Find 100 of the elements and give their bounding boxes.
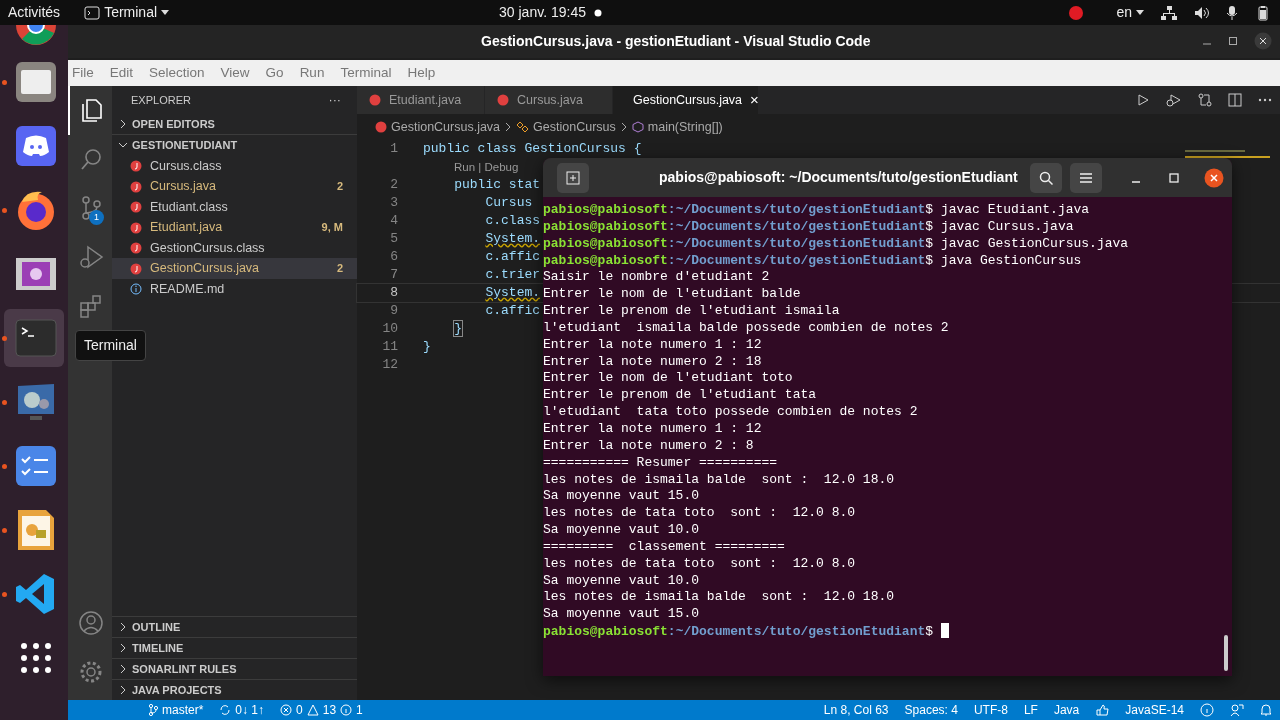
account-icon[interactable] xyxy=(78,609,104,636)
new-tab-button[interactable] xyxy=(557,162,589,193)
close-tab-button[interactable]: × xyxy=(750,88,759,112)
chevron-right-icon xyxy=(118,622,128,633)
info-icon xyxy=(130,283,142,296)
menu-item[interactable]: Go xyxy=(265,62,284,84)
chat-icon xyxy=(14,124,58,168)
menu-icon xyxy=(1079,171,1093,184)
microphone-icon[interactable] xyxy=(1226,4,1238,21)
section-header[interactable]: SONARLINT RULES xyxy=(112,658,357,680)
line-number: 8 xyxy=(389,283,398,302)
scrollbar-thumb[interactable] xyxy=(1224,635,1228,671)
section-header[interactable]: OPEN EDITORS xyxy=(112,113,357,135)
terminal-title: pabios@pabiosoft: ~/Documents/tuto/gestionEtudiant xyxy=(659,168,1018,187)
code-text: } xyxy=(423,338,431,354)
terminal-line: Entrer la note numero 1 : 12 xyxy=(543,420,763,438)
info-icon[interactable] xyxy=(1200,703,1214,717)
caret-icon xyxy=(161,9,170,16)
menu-item[interactable]: Run xyxy=(299,62,325,84)
editor-tab[interactable]: Cursus.java xyxy=(485,85,613,114)
compare-icon[interactable] xyxy=(1198,92,1212,107)
terminal-line: les notes de tata toto sont : 12.0 8.0 xyxy=(543,505,857,523)
feedback-icon[interactable] xyxy=(1230,703,1244,717)
explorer-file[interactable]: README.md xyxy=(112,278,357,300)
code-text: System. xyxy=(485,230,541,246)
menu-item[interactable]: Selection xyxy=(149,62,205,84)
run-debug-icon[interactable] xyxy=(78,244,104,271)
menu-item[interactable]: Help xyxy=(407,62,436,84)
extensions-icon[interactable] xyxy=(78,293,104,320)
folder-icon xyxy=(14,60,58,104)
language-menu[interactable]: en xyxy=(1116,2,1144,23)
branch-icon xyxy=(148,704,158,716)
menu-item[interactable]: Edit xyxy=(109,62,134,84)
problems-indicator[interactable]: 0 13 1 xyxy=(280,701,363,719)
close-icon[interactable] xyxy=(1254,32,1272,51)
status-item[interactable]: UTF-8 xyxy=(973,701,1008,719)
code-text: c.class xyxy=(485,212,541,228)
terminal-line: ========= classement ========= xyxy=(543,538,786,556)
explorer-file[interactable]: Etudiant.java 9, M xyxy=(112,217,357,238)
run-icon[interactable] xyxy=(1136,92,1150,107)
clock[interactable]: 30 janv. 19:45 xyxy=(499,2,602,23)
status-item[interactable]: Ln 8, Col 63 xyxy=(823,701,889,719)
terminal-line: l'etudiant ismaila balde possede combien de notes 2 xyxy=(543,319,950,337)
terminal-line: Sa moyenne vaut 10.0 xyxy=(543,522,701,539)
section-header[interactable]: TIMELINE xyxy=(112,637,357,659)
close-icon[interactable] xyxy=(1204,167,1224,188)
bell-icon[interactable] xyxy=(1260,703,1272,717)
sync-icon xyxy=(219,704,232,716)
status-item[interactable]: LF xyxy=(1023,701,1038,719)
explorer-file[interactable]: GestionCursus.class xyxy=(112,237,357,259)
menu-item[interactable]: View xyxy=(220,62,250,84)
network-icon[interactable] xyxy=(1160,4,1178,21)
codelens-link[interactable]: Run | Debug xyxy=(454,157,519,176)
terminal-icon xyxy=(14,316,58,360)
editor-tab[interactable]: GestionCursus.java × xyxy=(613,85,759,114)
warning-icon xyxy=(306,704,319,716)
status-item[interactable]: Java xyxy=(1053,701,1080,719)
search-button[interactable] xyxy=(1030,162,1062,193)
terminal-line: pabios@pabiosoft:~/Documents/tuto/gestionEtudiant$ javac Etudiant.java xyxy=(543,202,1091,219)
code-text: public stat xyxy=(454,176,541,192)
more-actions-button[interactable]: ··· xyxy=(328,90,341,110)
terminal-line: pabios@pabiosoft:~/Documents/tuto/gestionEtudiant$ javac GestionCursus.java xyxy=(543,235,1130,253)
status-item[interactable]: Spaces: 4 xyxy=(904,701,958,719)
caret-icon xyxy=(1136,9,1144,16)
explorer-file[interactable]: Etudiant.class xyxy=(112,196,357,218)
section-header[interactable]: OUTLINE xyxy=(112,616,357,638)
new-tab-icon xyxy=(566,170,580,185)
menu-button[interactable] xyxy=(1070,162,1102,193)
app-menu[interactable]: Terminal xyxy=(84,2,170,23)
breadcrumb-item[interactable]: main(String[]) xyxy=(647,117,723,137)
code-text: c.trier xyxy=(485,266,541,282)
terminal-line: Saisir le nombre d'etudiant 2 xyxy=(543,269,771,287)
breadcrumb-item[interactable]: GestionCursus xyxy=(533,117,616,137)
terminal-line: Entrer la note numero 2 : 18 xyxy=(543,353,763,371)
line-number: 1 xyxy=(389,139,398,158)
terminal-line: Entrer la note numero 1 : 12 xyxy=(543,336,763,354)
editor-tab[interactable]: Etudiant.java xyxy=(357,85,485,114)
explorer-file[interactable]: Cursus.java 2 xyxy=(112,176,357,197)
terminal-icon xyxy=(84,5,101,20)
breadcrumb-item[interactable]: GestionCursus.java xyxy=(391,117,501,137)
explorer-file[interactable]: GestionCursus.java 2 xyxy=(112,258,357,279)
menu-item[interactable]: Terminal xyxy=(340,62,392,84)
section-header[interactable]: GESTIONETUDIANT xyxy=(112,134,357,156)
terminal-line: pabios@pabiosoft:~/Documents/tuto/gestionEtudiant$ java GestionCursus xyxy=(543,252,1083,270)
explorer-file[interactable]: Cursus.class xyxy=(112,155,357,177)
code-text: System. xyxy=(485,284,541,300)
debug-icon[interactable] xyxy=(1166,92,1182,107)
terminal-line: les notes de ismaila balde sont : 12.0 18.0 xyxy=(543,589,896,607)
line-number: 2 xyxy=(389,175,398,194)
status-item[interactable]: JavaSE-14 xyxy=(1125,701,1184,719)
activities-button[interactable]: Activités xyxy=(8,2,61,23)
java-file-icon xyxy=(130,242,142,255)
split-editor-icon[interactable] xyxy=(1228,92,1242,107)
maximize-icon[interactable] xyxy=(1228,36,1238,47)
sync-indicator[interactable]: 0↓ 1↑ xyxy=(219,701,265,719)
thumbs-up-icon[interactable] xyxy=(1095,704,1110,716)
java-file-icon xyxy=(130,221,142,234)
java-file-icon xyxy=(497,93,509,106)
branch-indicator[interactable]: master* xyxy=(148,701,204,719)
menu-item[interactable]: File xyxy=(72,62,94,84)
